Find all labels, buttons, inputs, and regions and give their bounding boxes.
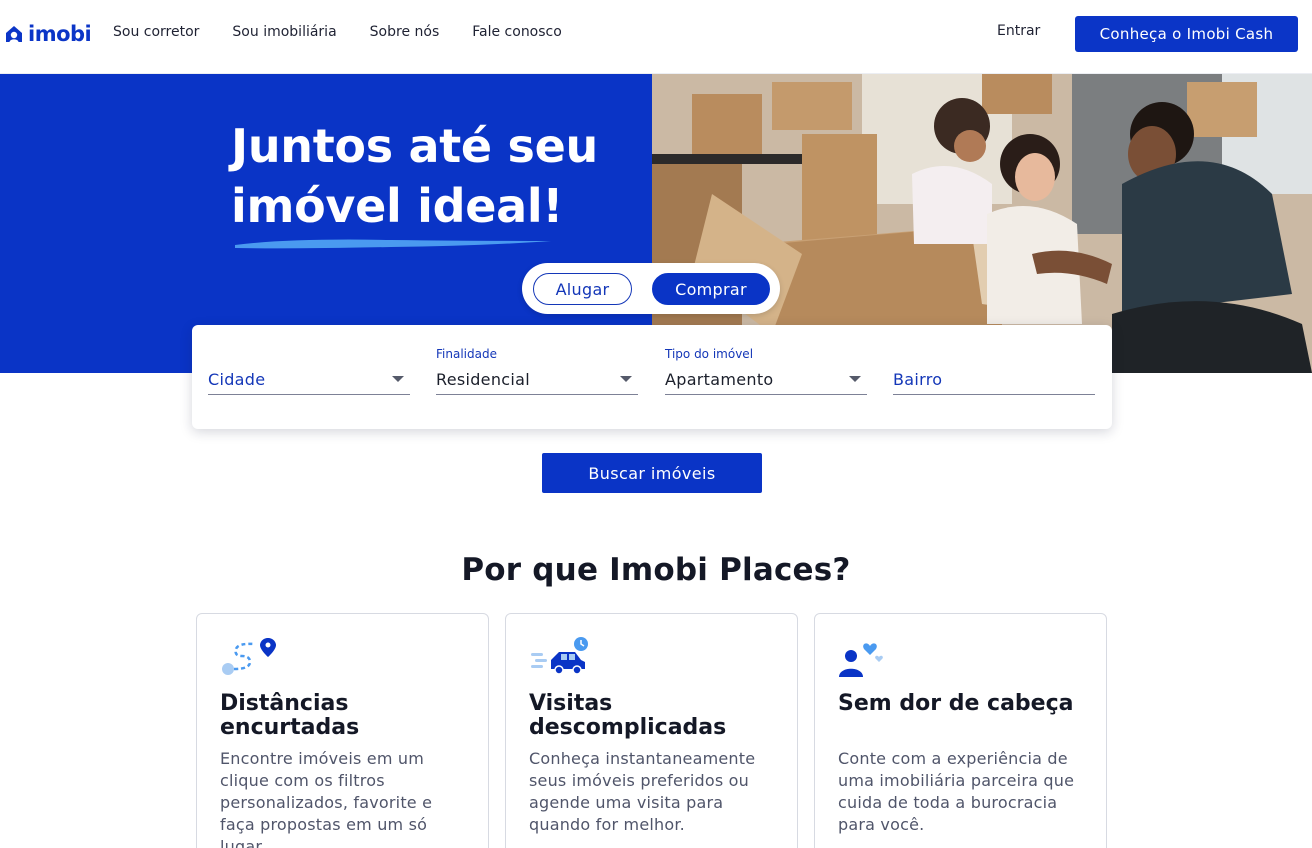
- imobi-cash-button[interactable]: Conheça o Imobi Cash: [1075, 16, 1298, 52]
- property-type-label: Tipo do imóvel: [665, 347, 754, 361]
- nav-sou-imobiliaria[interactable]: Sou imobiliária: [232, 24, 336, 40]
- search-filters-card: Cidade Finalidade Residencial Tipo do im…: [192, 325, 1112, 429]
- feature-text: Conheça instantaneamente seus imóveis pr…: [529, 749, 756, 834]
- feature-card-distances: Distâncias encurtadas Encontre imóveis e…: [196, 613, 489, 848]
- top-header: imobi Sou corretor Sou imobiliária Sobre…: [0, 0, 1312, 74]
- route-pin-icon: [222, 638, 276, 675]
- nav-fale-conosco[interactable]: Fale conosco: [472, 24, 562, 40]
- rent-buy-toggle: Alugar Comprar: [522, 263, 780, 314]
- city-select[interactable]: Cidade: [208, 325, 410, 429]
- nav-sobre-nos[interactable]: Sobre nós: [370, 24, 440, 40]
- hero-title: Juntos até seu imóvel ideal!: [231, 116, 598, 236]
- chevron-down-icon: [620, 376, 632, 382]
- feature-card-visits: Visitas descomplicadas Conheça instantan…: [505, 613, 798, 848]
- feature-card-no-headache: Sem dor de cabeça Conte com a experiênci…: [814, 613, 1107, 848]
- district-input[interactable]: Bairro: [893, 325, 1095, 429]
- field-underline: [208, 394, 410, 395]
- purpose-value: Residencial: [436, 370, 530, 389]
- feature-text: Conte com a experiência de uma imobiliár…: [838, 749, 1075, 834]
- property-type-select[interactable]: Tipo do imóvel Apartamento: [665, 325, 867, 429]
- person-hearts-icon: [839, 643, 883, 677]
- why-section-title: Por que Imobi Places?: [461, 552, 851, 588]
- nav-sou-corretor[interactable]: Sou corretor: [113, 24, 199, 40]
- feature-title: Distâncias encurtadas: [220, 691, 360, 740]
- field-underline: [665, 394, 867, 395]
- title-underline-swoosh: [235, 239, 551, 249]
- search-properties-button[interactable]: Buscar imóveis: [542, 453, 762, 493]
- field-underline: [893, 394, 1095, 395]
- house-logo-icon: [6, 26, 22, 42]
- city-value: Cidade: [208, 370, 266, 389]
- feature-title: Visitas descomplicadas: [529, 691, 727, 740]
- purpose-select[interactable]: Finalidade Residencial: [436, 325, 638, 429]
- field-underline: [436, 394, 638, 395]
- car-clock-icon: [531, 637, 588, 675]
- property-type-value: Apartamento: [665, 370, 774, 389]
- chevron-down-icon: [849, 376, 861, 382]
- login-link[interactable]: Entrar: [997, 23, 1040, 39]
- hero-title-line2: imóvel ideal!: [231, 179, 564, 233]
- district-placeholder: Bairro: [893, 370, 943, 389]
- toggle-comprar[interactable]: Comprar: [652, 273, 770, 305]
- main-nav: Sou corretor Sou imobiliária Sobre nós F…: [113, 24, 595, 40]
- hero-title-line1: Juntos até seu: [231, 119, 598, 173]
- toggle-alugar[interactable]: Alugar: [533, 273, 632, 305]
- feature-title: Sem dor de cabeça: [838, 691, 1074, 716]
- chevron-down-icon: [392, 376, 404, 382]
- feature-text: Encontre imóveis em um clique com os fil…: [220, 749, 433, 848]
- logo-text: imobi: [28, 22, 92, 46]
- purpose-label: Finalidade: [436, 347, 497, 361]
- imobi-logo[interactable]: imobi: [5, 22, 92, 46]
